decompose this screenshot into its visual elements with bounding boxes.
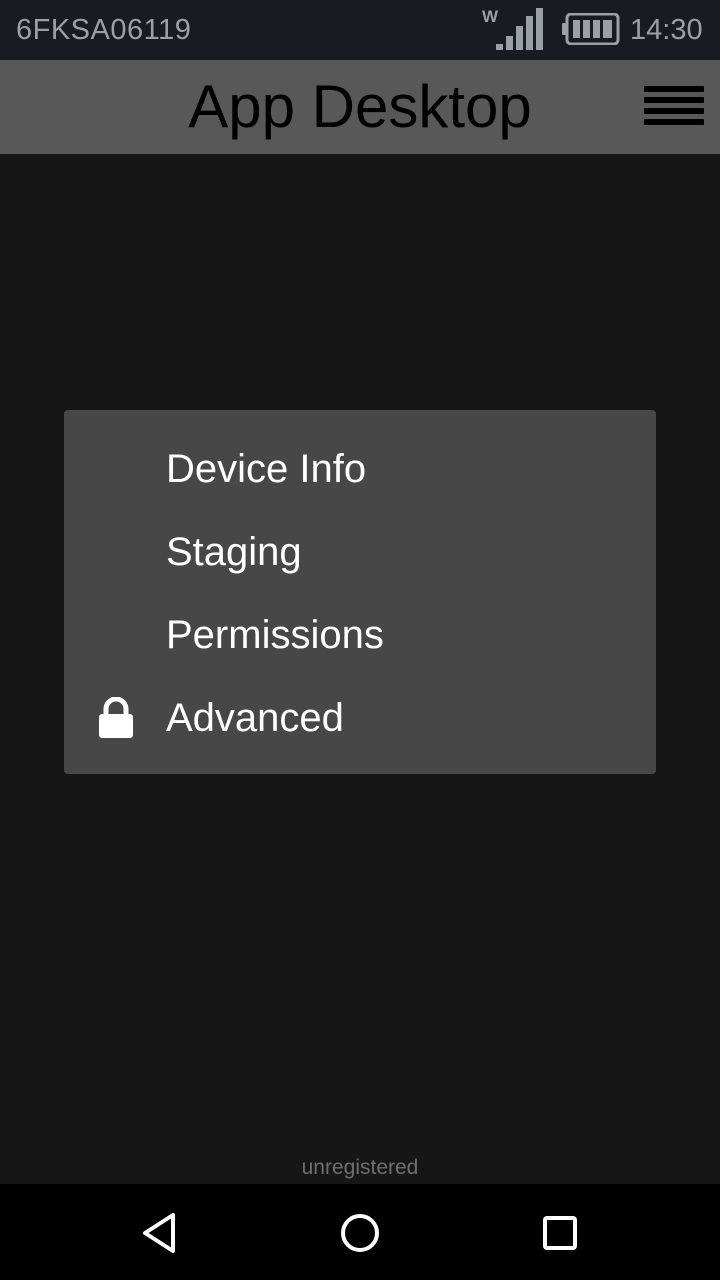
device-id-label: 6FKSA06119 xyxy=(16,14,192,46)
hamburger-menu-icon[interactable] xyxy=(642,82,706,130)
navigation-bar xyxy=(0,1184,720,1280)
app-bar: App Desktop xyxy=(0,60,720,154)
recents-square-icon[interactable] xyxy=(537,1210,583,1256)
popup-menu: Device Info Staging Permissions Advanced xyxy=(64,410,656,774)
home-circle-icon[interactable] xyxy=(337,1210,383,1256)
lock-icon xyxy=(99,697,133,738)
menu-item-label: Staging xyxy=(166,530,302,574)
battery-icon xyxy=(562,13,620,45)
menu-item-label: Permissions xyxy=(166,613,384,657)
menu-item-advanced[interactable]: Advanced xyxy=(64,677,656,760)
signal-strength-icon: W xyxy=(482,7,543,50)
clock-label: 14:30 xyxy=(630,14,703,46)
menu-item-staging[interactable]: Staging xyxy=(64,511,656,594)
app-title: App Desktop xyxy=(188,73,532,140)
network-type-label: W xyxy=(482,7,499,26)
menu-item-permissions[interactable]: Permissions xyxy=(64,594,656,677)
menu-item-label: Advanced xyxy=(166,696,344,740)
back-triangle-icon[interactable] xyxy=(137,1210,183,1256)
menu-item-device-info[interactable]: Device Info xyxy=(64,428,656,511)
registration-status-text: unregistered xyxy=(301,1156,419,1179)
status-bar: 6FKSA06119 W 14:30 xyxy=(0,0,720,60)
menu-item-label: Device Info xyxy=(166,447,367,491)
